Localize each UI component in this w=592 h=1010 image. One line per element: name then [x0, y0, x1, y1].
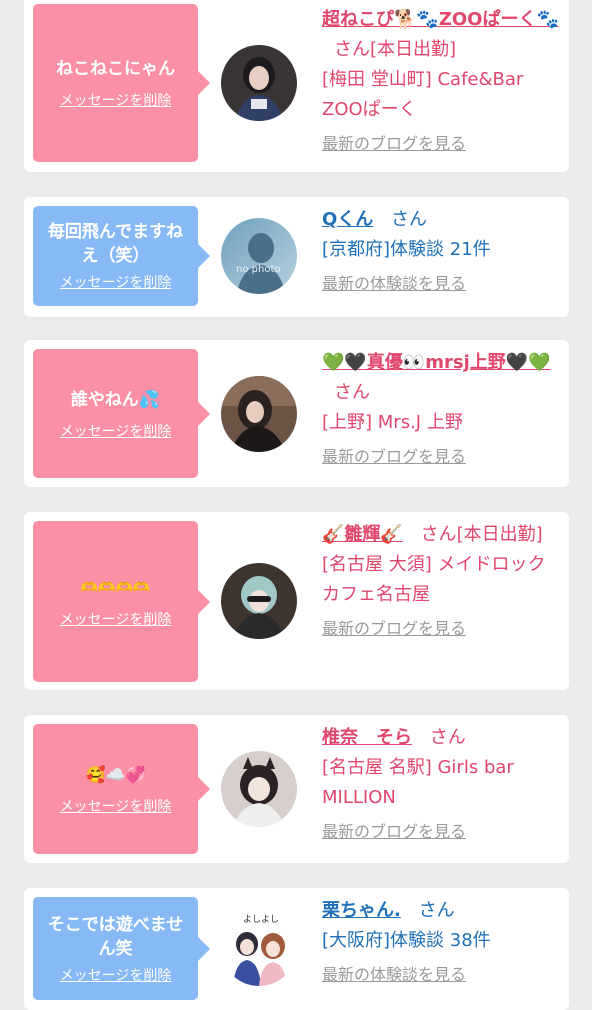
member-info: 💚🖤真優👀mrsj上野🖤💚 さん [上野] Mrs.J 上野 最新のブログを見る: [322, 348, 559, 472]
status-tag: [本日出勤]: [370, 39, 457, 60]
member-info: 栗ちゃん. さん [大阪府]体験談 38件 最新の体験談を見る: [322, 896, 559, 990]
honorific: さん: [420, 524, 457, 545]
message-bubble: 🫶🫶🫶🫶 メッセージを削除: [33, 521, 210, 682]
member-name-link[interactable]: Qくん: [322, 209, 373, 230]
latest-review-link[interactable]: 最新の体験談を見る: [322, 269, 559, 299]
message-text: そこでは遊べません笑: [47, 914, 184, 959]
member-info: 🎸雛輝🎸 さん[本日出勤] [名古屋 大須] メイドロックカフェ名古屋 最新のブ…: [322, 520, 559, 644]
message-bubble: 🥰☁️💞 メッセージを削除: [33, 724, 210, 854]
message-bubble: ねこねこにゃん メッセージを削除: [33, 4, 210, 162]
member-name-link[interactable]: 💚🖤真優👀mrsj上野🖤💚: [322, 352, 551, 373]
delete-message-link[interactable]: メッセージを削除: [60, 274, 172, 292]
delete-message-link[interactable]: メッセージを削除: [60, 798, 172, 816]
message-card: 🥰☁️💞 メッセージを削除 椎奈 そら さん [名古屋 名駅] Girls ba…: [24, 715, 569, 863]
message-text: 🥰☁️💞: [85, 765, 146, 784]
message-card: 毎回飛んでますねえ（笑） メッセージを削除 no photo Qくん さん [京…: [24, 197, 569, 317]
honorific: さん: [334, 382, 370, 403]
honorific: さん: [418, 900, 455, 921]
member-name-link[interactable]: 超ねこぴ🐕🐾ZOOぱーく🐾: [322, 9, 559, 30]
member-location: [名古屋 名駅] Girls bar MILLION: [322, 757, 514, 808]
member-location: [梅田 堂山町] Cafe&Bar ZOOぱーく: [322, 69, 524, 120]
message-text: 🫶🫶🫶🫶: [80, 579, 151, 596]
message-bubble: 誰やねん💦 メッセージを削除: [33, 349, 210, 478]
avatar[interactable]: no photo: [221, 218, 297, 294]
avatar[interactable]: [221, 563, 297, 639]
member-location: [名古屋 大須] メイドロックカフェ名古屋: [322, 554, 546, 605]
delete-message-link[interactable]: メッセージを削除: [60, 423, 172, 441]
delete-message-link[interactable]: メッセージを削除: [60, 92, 172, 110]
member-location: [大阪府]体験談 38件: [322, 930, 491, 951]
latest-blog-link[interactable]: 最新のブログを見る: [322, 129, 559, 159]
message-card: そこでは遊べません笑 メッセージを削除 よしよし 栗ちゃん. さん [大阪府]体…: [24, 888, 569, 1010]
message-text: 誰やねん💦: [70, 389, 161, 410]
delete-message-link[interactable]: メッセージを削除: [60, 967, 172, 985]
message-text: 毎回飛んでますねえ（笑）: [47, 222, 184, 266]
member-name-link[interactable]: 栗ちゃん.: [322, 900, 401, 921]
avatar[interactable]: よしよし: [221, 910, 297, 986]
message-card: 🫶🫶🫶🫶 メッセージを削除 🎸雛輝🎸 さん[本日出勤] [名古屋 大須] メイド…: [24, 512, 569, 690]
message-text: ねこねこにゃん: [56, 59, 175, 79]
honorific: さん: [429, 727, 466, 748]
member-info: 椎奈 そら さん [名古屋 名駅] Girls bar MILLION 最新のブ…: [322, 723, 559, 847]
message-bubble: 毎回飛んでますねえ（笑） メッセージを削除: [33, 206, 210, 306]
no-photo-label: no photo: [236, 264, 281, 275]
latest-blog-link[interactable]: 最新のブログを見る: [322, 614, 559, 644]
latest-blog-link[interactable]: 最新のブログを見る: [322, 817, 559, 847]
member-location: [京都府]体験談 21件: [322, 239, 491, 260]
status-tag: [本日出勤]: [456, 524, 543, 545]
member-info: Qくん さん [京都府]体験談 21件 最新の体験談を見る: [322, 205, 559, 299]
honorific: さん: [334, 39, 370, 60]
latest-review-link[interactable]: 最新の体験談を見る: [322, 960, 559, 990]
member-name-link[interactable]: 🎸雛輝🎸: [322, 524, 403, 545]
message-card: ねこねこにゃん メッセージを削除 超ねこぴ🐕🐾ZOOぱーく🐾 さん[本日出勤] …: [24, 0, 569, 172]
delete-message-link[interactable]: メッセージを削除: [60, 611, 172, 629]
message-bubble: そこでは遊べません笑 メッセージを削除: [33, 897, 210, 1000]
avatar[interactable]: [221, 45, 297, 121]
honorific: さん: [391, 209, 428, 230]
avatar-caption: よしよし: [243, 915, 280, 925]
message-card: 誰やねん💦 メッセージを削除 💚🖤真優👀mrsj上野🖤💚 さん [上野] Mrs…: [24, 340, 569, 487]
member-location: [上野] Mrs.J 上野: [322, 412, 463, 433]
member-info: 超ねこぴ🐕🐾ZOOぱーく🐾 さん[本日出勤] [梅田 堂山町] Cafe&Bar…: [322, 5, 559, 159]
latest-blog-link[interactable]: 最新のブログを見る: [322, 442, 559, 472]
avatar[interactable]: [221, 376, 297, 452]
avatar[interactable]: [221, 751, 297, 827]
member-name-link[interactable]: 椎奈 そら: [322, 727, 412, 748]
